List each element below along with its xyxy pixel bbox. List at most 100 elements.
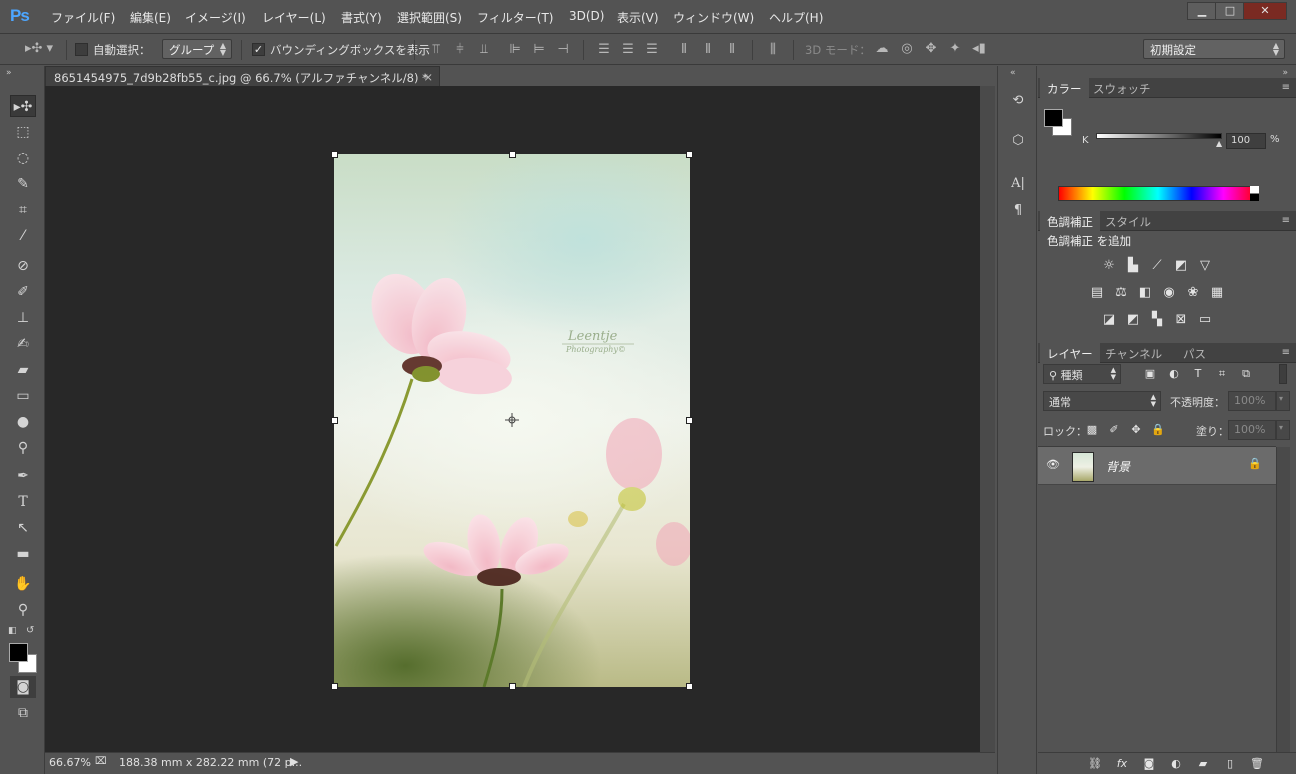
tab-adjustments[interactable]: 色調補正	[1040, 211, 1100, 231]
posterize-icon[interactable]: ◩	[1124, 312, 1142, 328]
filter-adjustment-icon[interactable]: ◐	[1165, 366, 1183, 382]
invert-icon[interactable]: ◪	[1100, 312, 1118, 328]
close-button[interactable]: ✕	[1243, 2, 1287, 20]
transform-handle-tr[interactable]	[686, 151, 693, 158]
filter-type-icon[interactable]: T	[1189, 366, 1207, 382]
levels-icon[interactable]: ▙	[1124, 258, 1142, 274]
transform-handle-tl[interactable]	[331, 151, 338, 158]
menu-layer[interactable]: レイヤー(L)	[262, 9, 326, 26]
opacity-arrow-icon[interactable]: ▾	[1276, 391, 1290, 411]
type-tool-icon[interactable]: T	[10, 491, 36, 513]
black-white-icon[interactable]: ◧	[1136, 285, 1154, 301]
color-balance-icon[interactable]: ⚖	[1112, 285, 1130, 301]
menu-view[interactable]: 表示(V)	[617, 9, 659, 26]
exposure-icon[interactable]: ◩	[1172, 258, 1190, 274]
color-spectrum-ramp[interactable]	[1058, 186, 1258, 201]
align-top-icon[interactable]: ⫪	[428, 42, 444, 58]
path-select-tool-icon[interactable]: ↖	[10, 517, 36, 539]
blend-mode-dropdown[interactable]: 通常 ▲ ▼	[1043, 391, 1161, 411]
swap-colors-icon[interactable]: ↺	[26, 625, 34, 636]
distribute-bottom-icon[interactable]: ☰	[644, 42, 660, 58]
menu-image[interactable]: イメージ(I)	[185, 9, 246, 26]
history-panel-icon[interactable]: ⟲	[1006, 90, 1030, 112]
lock-transparent-icon[interactable]: ▩	[1083, 422, 1101, 438]
fill-arrow-icon[interactable]: ▾	[1276, 420, 1290, 440]
add-mask-icon[interactable]: ◙	[1140, 756, 1158, 772]
quick-mask-icon[interactable]: ◙	[10, 676, 36, 698]
curves-icon[interactable]: ⟋	[1148, 258, 1166, 274]
tab-channels[interactable]: チャンネル	[1098, 343, 1169, 363]
hand-tool-icon[interactable]: ✋	[10, 573, 36, 595]
layer-filter-dropdown[interactable]: ⚲ 種類 ▲ ▼	[1043, 364, 1121, 384]
layers-scrollbar[interactable]	[1276, 447, 1290, 752]
eraser-tool-icon[interactable]: ▰	[10, 359, 36, 381]
gradient-tool-icon[interactable]: ▭	[10, 385, 36, 407]
layer-row[interactable]: 👁 背景 🔒	[1038, 447, 1276, 485]
align-vcenter-icon[interactable]: ⫩	[452, 42, 468, 58]
align-left-icon[interactable]: ⊫	[507, 42, 523, 58]
align-right-icon[interactable]: ⊣	[555, 42, 571, 58]
collapse-strip-icon[interactable]: «	[1010, 68, 1016, 78]
document-tab[interactable]: 8651454975_7d9b28fb55_c.jpg @ 66.7% (アルフ…	[45, 66, 440, 86]
panel-menu-icon[interactable]: ≡	[1282, 215, 1290, 226]
bounding-box-checkbox[interactable]: ✓	[252, 43, 265, 56]
new-layer-icon[interactable]: ▯	[1221, 756, 1239, 772]
slider-thumb-icon[interactable]: ▲	[1216, 139, 1222, 148]
channel-mixer-icon[interactable]: ❀	[1184, 285, 1202, 301]
auto-select-checkbox[interactable]	[75, 43, 88, 56]
selective-color-icon[interactable]: ⊠	[1172, 312, 1190, 328]
lock-paint-icon[interactable]: ✐	[1105, 422, 1123, 438]
filter-toggle[interactable]	[1279, 364, 1287, 384]
rectangle-tool-icon[interactable]: ▬	[10, 543, 36, 565]
minimize-button[interactable]: ▁	[1187, 2, 1217, 20]
k-slider-track[interactable]	[1096, 133, 1222, 139]
menu-edit[interactable]: 編集(E)	[130, 9, 171, 26]
history-brush-tool-icon[interactable]: ✍	[10, 333, 36, 355]
color-panel-fg-swatch[interactable]	[1044, 109, 1063, 127]
ramp-bw-swatch[interactable]	[1250, 186, 1259, 201]
screen-mode-icon[interactable]: ⧉	[10, 702, 36, 724]
collapse-toolbar-icon[interactable]: »	[6, 68, 12, 78]
panel-menu-icon[interactable]: ≡	[1282, 347, 1290, 358]
tab-close-icon[interactable]: ×	[423, 70, 433, 84]
panel-menu-icon[interactable]: ≡	[1282, 82, 1290, 93]
quick-select-tool-icon[interactable]: ✎	[10, 173, 36, 195]
distribute-left-icon[interactable]: ⫴	[676, 42, 692, 58]
3d-slide-icon[interactable]: ✦	[946, 41, 964, 57]
default-colors-icon[interactable]: ◧	[8, 626, 17, 636]
transform-handle-mr[interactable]	[686, 417, 693, 424]
blur-tool-icon[interactable]: ●	[10, 411, 36, 433]
gradient-map-icon[interactable]: ▭	[1196, 312, 1214, 328]
healing-brush-tool-icon[interactable]: ⊘	[10, 255, 36, 277]
delete-layer-icon[interactable]: 🗑	[1248, 756, 1266, 772]
brush-tool-icon[interactable]: ✐	[10, 281, 36, 303]
zoom-level[interactable]: 66.67%	[49, 756, 91, 769]
tab-swatches[interactable]: スウォッチ	[1086, 78, 1158, 98]
auto-align-icon[interactable]: ⫼	[765, 42, 781, 58]
marquee-tool-icon[interactable]: ⬚	[10, 121, 36, 143]
hue-saturation-icon[interactable]: ▤	[1088, 285, 1106, 301]
menu-file[interactable]: ファイル(F)	[51, 9, 115, 26]
dodge-tool-icon[interactable]: ⚲	[10, 437, 36, 459]
transform-handle-bc[interactable]	[509, 683, 516, 690]
layer-name[interactable]: 背景	[1106, 458, 1130, 475]
move-tool-icon[interactable]: ▸✣	[10, 95, 36, 117]
eye-visibility-icon[interactable]: 👁	[1046, 458, 1060, 471]
menu-help[interactable]: ヘルプ(H)	[769, 9, 823, 26]
align-bottom-icon[interactable]: ⫫	[476, 42, 492, 58]
transform-handle-br[interactable]	[686, 683, 693, 690]
crop-tool-icon[interactable]: ⌗	[10, 199, 36, 221]
filter-shape-icon[interactable]: ⌗	[1213, 366, 1231, 382]
3d-panel-icon[interactable]: ⬡	[1006, 130, 1030, 152]
filter-pixel-icon[interactable]: ▣	[1141, 366, 1159, 382]
canvas-image[interactable]: Leentje Photography©	[334, 154, 690, 687]
transform-handle-tc[interactable]	[509, 151, 516, 158]
3d-pan-icon[interactable]: ✥	[922, 41, 940, 57]
opacity-input[interactable]: 100%	[1228, 391, 1276, 411]
stamp-tool-icon[interactable]: ⊥	[10, 307, 36, 329]
workspace-dropdown[interactable]: 初期設定 ▲ ▼	[1143, 39, 1285, 59]
new-group-icon[interactable]: ▰	[1194, 756, 1212, 772]
k-value-input[interactable]: 100	[1226, 133, 1266, 149]
tab-styles[interactable]: スタイル	[1098, 211, 1158, 231]
vertical-scrollbar[interactable]	[980, 86, 995, 752]
